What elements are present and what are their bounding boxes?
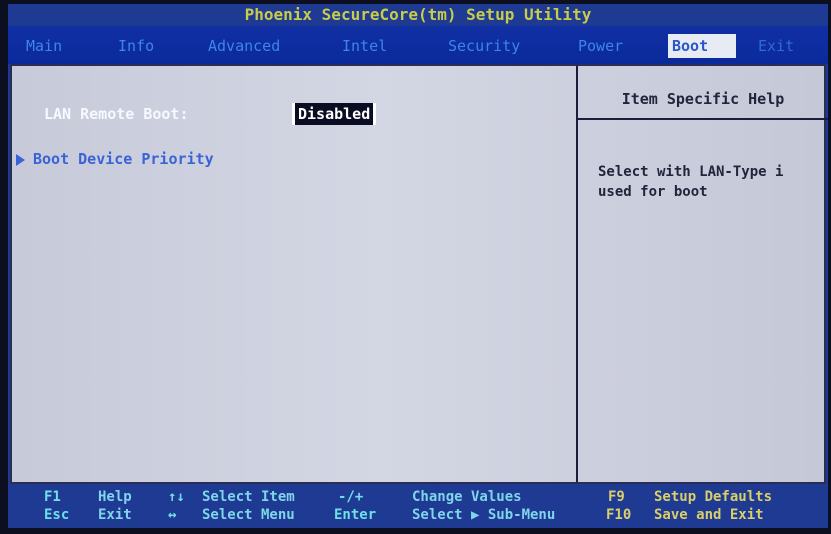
lan-remote-boot-value[interactable]: Disabled <box>292 103 377 125</box>
triangle-right-icon <box>16 153 25 166</box>
footer-desc-setup-defaults: Setup Defaults <box>654 489 773 505</box>
footer-desc-save-and-exit: Save and Exit <box>654 507 764 523</box>
footer-key-minus-plus: -/+ <box>338 489 364 505</box>
settings-panel: LAN Remote Boot: Disabled Boot Device Pr… <box>10 64 828 484</box>
tab-boot[interactable]: Boot <box>668 34 736 58</box>
bios-screen: Phoenix SecureCore(tm) Setup Utility Mai… <box>8 4 828 528</box>
footer-key-updown: ↑↓ <box>168 489 185 505</box>
app-title: Phoenix SecureCore(tm) Setup Utility <box>244 5 592 24</box>
footer-key-f9: F9 <box>608 489 625 505</box>
key-legend-footer: F1 Help ↑↓ Select Item -/+ Change Values… <box>8 486 828 528</box>
tab-main[interactable]: Main <box>22 34 66 58</box>
boot-device-priority-label: Boot Device Priority <box>33 150 214 168</box>
tab-security[interactable]: Security <box>444 34 524 58</box>
panel-divider <box>576 66 578 482</box>
tab-exit[interactable]: Exit <box>754 34 798 58</box>
footer-desc-change-values: Change Values <box>412 489 522 505</box>
menu-bar: Main Info Advanced Intel Security Power … <box>8 26 828 64</box>
footer-key-enter: Enter <box>334 507 377 523</box>
tab-intel[interactable]: Intel <box>338 34 391 58</box>
footer-desc-help: Help <box>98 489 132 505</box>
tab-advanced[interactable]: Advanced <box>204 34 284 58</box>
boot-device-priority-item[interactable]: Boot Device Priority <box>16 150 214 168</box>
footer-desc-select-menu: Select Menu <box>202 507 295 523</box>
help-panel-text: Select with LAN-Type i used for boot <box>598 164 784 200</box>
help-panel-title: Item Specific Help <box>621 90 785 108</box>
lan-remote-boot-label: LAN Remote Boot: <box>44 105 189 123</box>
footer-key-esc: Esc <box>44 507 70 523</box>
tab-power[interactable]: Power <box>574 34 627 58</box>
footer-desc-select-item: Select Item <box>202 489 295 505</box>
footer-desc-exit: Exit <box>98 507 132 523</box>
tab-info[interactable]: Info <box>114 34 158 58</box>
footer-key-f10: F10 <box>606 507 632 523</box>
footer-desc-select-submenu: Select ▶ Sub-Menu <box>412 507 556 523</box>
help-title-divider <box>578 118 828 120</box>
footer-key-f1: F1 <box>44 489 61 505</box>
footer-key-leftright: ↔ <box>168 507 177 523</box>
